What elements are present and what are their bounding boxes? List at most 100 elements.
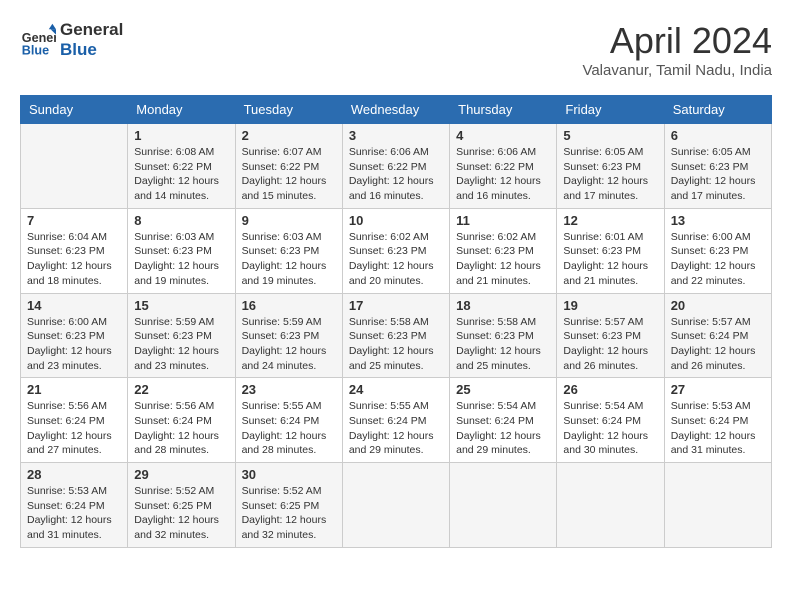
day-number: 7 <box>27 213 121 228</box>
day-number: 28 <box>27 467 121 482</box>
calendar-cell: 16 Sunrise: 5:59 AM Sunset: 6:23 PM Dayli… <box>235 293 342 378</box>
location: Valavanur, Tamil Nadu, India <box>582 62 772 79</box>
day-number: 13 <box>671 213 765 228</box>
day-info: Sunrise: 6:08 AM Sunset: 6:22 PM Dayligh… <box>134 145 228 204</box>
day-info: Sunrise: 6:01 AM Sunset: 6:23 PM Dayligh… <box>563 230 657 289</box>
weekday-header-wednesday: Wednesday <box>342 96 449 124</box>
calendar-cell: 6Sunrise: 6:05 AM Sunset: 6:23 PM Daylig… <box>664 124 771 209</box>
day-info: Sunrise: 5:54 AM Sunset: 6:24 PM Dayligh… <box>456 399 550 458</box>
calendar-week-row: 14Sunrise: 6:00 AM Sunset: 6:23 PM Dayli… <box>21 293 772 378</box>
page-header: General Blue General Blue April 2024 Val… <box>20 20 772 79</box>
day-info: Sunrise: 5:55 AM Sunset: 6:24 PM Dayligh… <box>242 399 336 458</box>
calendar-cell: 19 Sunrise: 5:57 AM Sunset: 6:23 PM Dayli… <box>557 293 664 378</box>
day-number: 22 <box>134 382 228 397</box>
calendar-cell: 21 Sunrise: 5:56 AM Sunset: 6:24 PM Dayli… <box>21 378 128 463</box>
calendar-cell: 15 Sunrise: 5:59 AM Sunset: 6:23 PM Dayli… <box>128 293 235 378</box>
logo: General Blue General Blue <box>20 20 123 59</box>
weekday-header-friday: Friday <box>557 96 664 124</box>
weekday-header-sunday: Sunday <box>21 96 128 124</box>
day-number: 23 <box>242 382 336 397</box>
calendar-week-row: 21 Sunrise: 5:56 AM Sunset: 6:24 PM Dayli… <box>21 378 772 463</box>
weekday-header-monday: Monday <box>128 96 235 124</box>
calendar-cell: 18Sunrise: 5:58 AM Sunset: 6:23 PM Dayli… <box>450 293 557 378</box>
day-number: 8 <box>134 213 228 228</box>
day-number: 4 <box>456 128 550 143</box>
day-number: 12 <box>563 213 657 228</box>
calendar-cell: 8Sunrise: 6:03 AM Sunset: 6:23 PM Daylig… <box>128 208 235 293</box>
day-number: 29 <box>134 467 228 482</box>
day-number: 21 <box>27 382 121 397</box>
day-info: Sunrise: 5:52 AM Sunset: 6:25 PM Dayligh… <box>242 484 336 543</box>
calendar-cell: 7 Sunrise: 6:04 AM Sunset: 6:23 PM Daylig… <box>21 208 128 293</box>
day-info: Sunrise: 5:57 AM Sunset: 6:23 PM Dayligh… <box>563 315 657 374</box>
calendar-cell: 4 Sunrise: 6:06 AM Sunset: 6:22 PM Daylig… <box>450 124 557 209</box>
calendar-cell: 2Sunrise: 6:07 AM Sunset: 6:22 PM Daylig… <box>235 124 342 209</box>
day-number: 9 <box>242 213 336 228</box>
day-number: 25 <box>456 382 550 397</box>
calendar-cell: 27Sunrise: 5:53 AM Sunset: 6:24 PM Dayli… <box>664 378 771 463</box>
day-info: Sunrise: 6:04 AM Sunset: 6:23 PM Dayligh… <box>27 230 121 289</box>
calendar-cell: 14Sunrise: 6:00 AM Sunset: 6:23 PM Dayli… <box>21 293 128 378</box>
calendar-header-row: SundayMondayTuesdayWednesdayThursdayFrid… <box>21 96 772 124</box>
day-number: 19 <box>563 298 657 313</box>
day-info: Sunrise: 6:07 AM Sunset: 6:22 PM Dayligh… <box>242 145 336 204</box>
calendar-cell: 28Sunrise: 5:53 AM Sunset: 6:24 PM Dayli… <box>21 463 128 548</box>
calendar-cell <box>664 463 771 548</box>
month-title: April 2024 <box>582 20 772 62</box>
calendar-week-row: 28Sunrise: 5:53 AM Sunset: 6:24 PM Dayli… <box>21 463 772 548</box>
calendar-cell: 23 Sunrise: 5:55 AM Sunset: 6:24 PM Dayli… <box>235 378 342 463</box>
calendar-cell: 9 Sunrise: 6:03 AM Sunset: 6:23 PM Daylig… <box>235 208 342 293</box>
weekday-header-saturday: Saturday <box>664 96 771 124</box>
calendar-cell: 26Sunrise: 5:54 AM Sunset: 6:24 PM Dayli… <box>557 378 664 463</box>
day-info: Sunrise: 6:03 AM Sunset: 6:23 PM Dayligh… <box>242 230 336 289</box>
day-info: Sunrise: 5:54 AM Sunset: 6:24 PM Dayligh… <box>563 399 657 458</box>
calendar-week-row: 7 Sunrise: 6:04 AM Sunset: 6:23 PM Daylig… <box>21 208 772 293</box>
weekday-header-thursday: Thursday <box>450 96 557 124</box>
day-info: Sunrise: 6:06 AM Sunset: 6:22 PM Dayligh… <box>349 145 443 204</box>
day-info: Sunrise: 6:06 AM Sunset: 6:22 PM Dayligh… <box>456 145 550 204</box>
day-number: 24 <box>349 382 443 397</box>
title-block: April 2024 Valavanur, Tamil Nadu, India <box>582 20 772 79</box>
logo-text-general: General <box>60 20 123 40</box>
day-number: 15 <box>134 298 228 313</box>
day-info: Sunrise: 5:55 AM Sunset: 6:24 PM Dayligh… <box>349 399 443 458</box>
day-number: 11 <box>456 213 550 228</box>
day-info: Sunrise: 5:58 AM Sunset: 6:23 PM Dayligh… <box>456 315 550 374</box>
day-number: 6 <box>671 128 765 143</box>
day-number: 3 <box>349 128 443 143</box>
day-info: Sunrise: 5:52 AM Sunset: 6:25 PM Dayligh… <box>134 484 228 543</box>
day-number: 17 <box>349 298 443 313</box>
day-number: 20 <box>671 298 765 313</box>
day-number: 5 <box>563 128 657 143</box>
day-info: Sunrise: 5:59 AM Sunset: 6:23 PM Dayligh… <box>134 315 228 374</box>
day-info: Sunrise: 5:56 AM Sunset: 6:24 PM Dayligh… <box>27 399 121 458</box>
day-info: Sunrise: 5:57 AM Sunset: 6:24 PM Dayligh… <box>671 315 765 374</box>
calendar-cell <box>21 124 128 209</box>
day-info: Sunrise: 6:02 AM Sunset: 6:23 PM Dayligh… <box>456 230 550 289</box>
day-number: 10 <box>349 213 443 228</box>
day-number: 1 <box>134 128 228 143</box>
calendar-cell: 12 Sunrise: 6:01 AM Sunset: 6:23 PM Dayli… <box>557 208 664 293</box>
calendar-cell: 24 Sunrise: 5:55 AM Sunset: 6:24 PM Dayli… <box>342 378 449 463</box>
day-info: Sunrise: 5:58 AM Sunset: 6:23 PM Dayligh… <box>349 315 443 374</box>
day-info: Sunrise: 6:02 AM Sunset: 6:23 PM Dayligh… <box>349 230 443 289</box>
day-number: 30 <box>242 467 336 482</box>
weekday-header-tuesday: Tuesday <box>235 96 342 124</box>
calendar-cell: 29 Sunrise: 5:52 AM Sunset: 6:25 PM Dayli… <box>128 463 235 548</box>
calendar-cell: 3 Sunrise: 6:06 AM Sunset: 6:22 PM Daylig… <box>342 124 449 209</box>
calendar-cell: 10 Sunrise: 6:02 AM Sunset: 6:23 PM Dayli… <box>342 208 449 293</box>
day-info: Sunrise: 5:59 AM Sunset: 6:23 PM Dayligh… <box>242 315 336 374</box>
calendar-cell: 1 Sunrise: 6:08 AM Sunset: 6:22 PM Daylig… <box>128 124 235 209</box>
calendar-cell: 30 Sunrise: 5:52 AM Sunset: 6:25 PM Dayli… <box>235 463 342 548</box>
calendar-cell: 5 Sunrise: 6:05 AM Sunset: 6:23 PM Daylig… <box>557 124 664 209</box>
day-info: Sunrise: 6:00 AM Sunset: 6:23 PM Dayligh… <box>671 230 765 289</box>
calendar-cell: 11 Sunrise: 6:02 AM Sunset: 6:23 PM Dayli… <box>450 208 557 293</box>
calendar-cell: 17 Sunrise: 5:58 AM Sunset: 6:23 PM Dayli… <box>342 293 449 378</box>
calendar-cell <box>557 463 664 548</box>
logo-text-blue: Blue <box>60 40 123 60</box>
day-info: Sunrise: 6:05 AM Sunset: 6:23 PM Dayligh… <box>563 145 657 204</box>
day-number: 16 <box>242 298 336 313</box>
calendar-cell: 25 Sunrise: 5:54 AM Sunset: 6:24 PM Dayli… <box>450 378 557 463</box>
calendar-cell: 20 Sunrise: 5:57 AM Sunset: 6:24 PM Dayli… <box>664 293 771 378</box>
day-info: Sunrise: 6:00 AM Sunset: 6:23 PM Dayligh… <box>27 315 121 374</box>
